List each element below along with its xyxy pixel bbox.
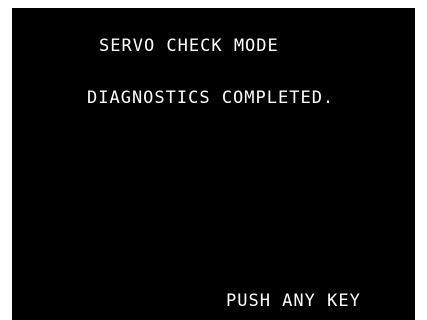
diagnostic-screen[interactable]: SERVO CHECK MODE DIAGNOSTICS COMPLETED. … <box>12 8 415 320</box>
continue-prompt: PUSH ANY KEY <box>226 291 361 311</box>
status-message: DIAGNOSTICS COMPLETED. <box>87 88 335 108</box>
mode-title: SERVO CHECK MODE <box>99 36 279 56</box>
